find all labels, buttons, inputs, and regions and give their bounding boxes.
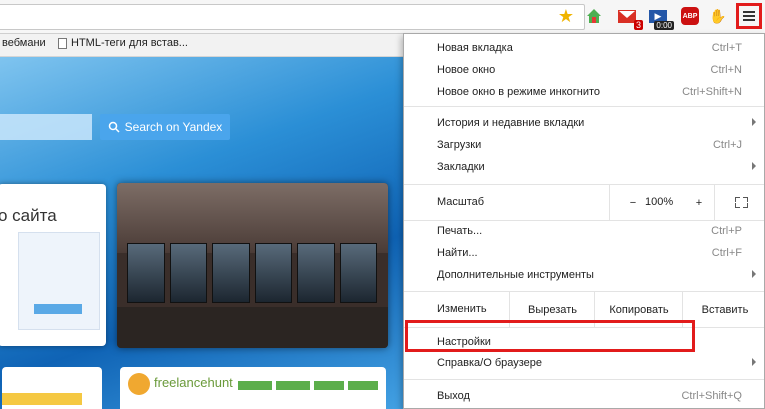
menu-item-history[interactable]: История и недавние вкладки xyxy=(404,112,764,134)
menu-item-incognito[interactable]: Новое окно в режиме инкогнито Ctrl+Shift… xyxy=(404,81,764,103)
submenu-arrow-icon xyxy=(752,162,756,170)
extension-home-icon[interactable] xyxy=(584,6,604,26)
page-icon xyxy=(58,37,67,49)
submenu-arrow-icon xyxy=(752,270,756,278)
hand-extension-icon[interactable]: ✋ xyxy=(708,6,728,26)
tile-thumbnail-button xyxy=(276,381,310,390)
submenu-arrow-icon xyxy=(752,358,756,366)
tile-thumbnail-button xyxy=(314,381,344,390)
search-icon xyxy=(108,121,120,133)
menu-separator xyxy=(404,379,764,380)
speed-dial-tile[interactable]: о сайта xyxy=(0,184,106,346)
tile-thumbnail-form xyxy=(18,232,100,330)
search-button[interactable]: Search on Yandex xyxy=(100,114,230,140)
bookmark-star-icon[interactable]: ★ xyxy=(556,6,576,26)
chrome-main-menu: Новая вкладка Ctrl+T Новое окно Ctrl+N Н… xyxy=(403,33,765,409)
menu-item-more-tools[interactable]: Дополнительные инструменты xyxy=(404,264,764,286)
submenu-arrow-icon xyxy=(752,118,756,126)
menu-item-new-window[interactable]: Новое окно Ctrl+N xyxy=(404,59,764,81)
menu-item-downloads[interactable]: Загрузки Ctrl+J xyxy=(404,134,764,156)
tile-thumbnail-bar xyxy=(2,393,82,405)
tile-thumbnail-footer xyxy=(117,307,388,348)
menu-separator xyxy=(404,106,764,107)
media-time-badge: 0:00 xyxy=(654,21,674,30)
tile-thumbnail-button xyxy=(348,381,378,390)
media-extension-icon[interactable]: ▶ 0:00 xyxy=(648,6,674,30)
zoom-row: Масштаб − 100% + xyxy=(404,185,764,220)
menu-item-find[interactable]: Найти... Ctrl+F xyxy=(404,242,764,264)
new-tab-page: Search on Yandex о сайта freelancehunt xyxy=(0,57,404,409)
gmail-extension-icon[interactable]: 3 xyxy=(617,6,643,30)
search-input[interactable] xyxy=(0,114,92,140)
fullscreen-button[interactable] xyxy=(714,185,765,220)
bookmark-item[interactable]: HTML-теги для встав... xyxy=(58,37,188,49)
adblock-plus-icon[interactable]: ABP xyxy=(680,6,700,26)
speed-dial-tile[interactable] xyxy=(117,183,388,348)
mail-count-badge: 3 xyxy=(633,20,643,30)
tile-thumbnail-button xyxy=(238,381,272,390)
speed-dial-tile[interactable]: freelancehunt xyxy=(120,367,386,409)
hamburger-icon xyxy=(743,11,755,21)
menu-item-help[interactable]: Справка/О браузере xyxy=(404,352,764,374)
menu-item-exit[interactable]: Выход Ctrl+Shift+Q xyxy=(404,385,764,407)
menu-item-print[interactable]: Печать... Ctrl+P xyxy=(404,220,764,242)
freelancehunt-logo xyxy=(128,373,150,395)
browser-toolbar: ★ 3 ▶ 0:00 ABP ✋ xyxy=(0,0,765,34)
fullscreen-icon xyxy=(734,197,748,208)
bookmark-item[interactable]: вебмани xyxy=(2,37,46,49)
zoom-level: 100% xyxy=(645,196,674,208)
chrome-menu-button[interactable] xyxy=(736,3,762,29)
settings-highlight-box xyxy=(405,320,695,352)
speed-dial-tile[interactable] xyxy=(2,367,102,409)
tile-thumbnail-posters xyxy=(127,243,377,303)
address-bar[interactable] xyxy=(0,4,585,30)
menu-item-bookmarks[interactable]: Закладки xyxy=(404,156,764,178)
menu-item-new-tab[interactable]: Новая вкладка Ctrl+T xyxy=(404,37,764,59)
zoom-in-button[interactable]: + xyxy=(684,185,714,220)
tile-thumbnail-button xyxy=(34,304,82,314)
